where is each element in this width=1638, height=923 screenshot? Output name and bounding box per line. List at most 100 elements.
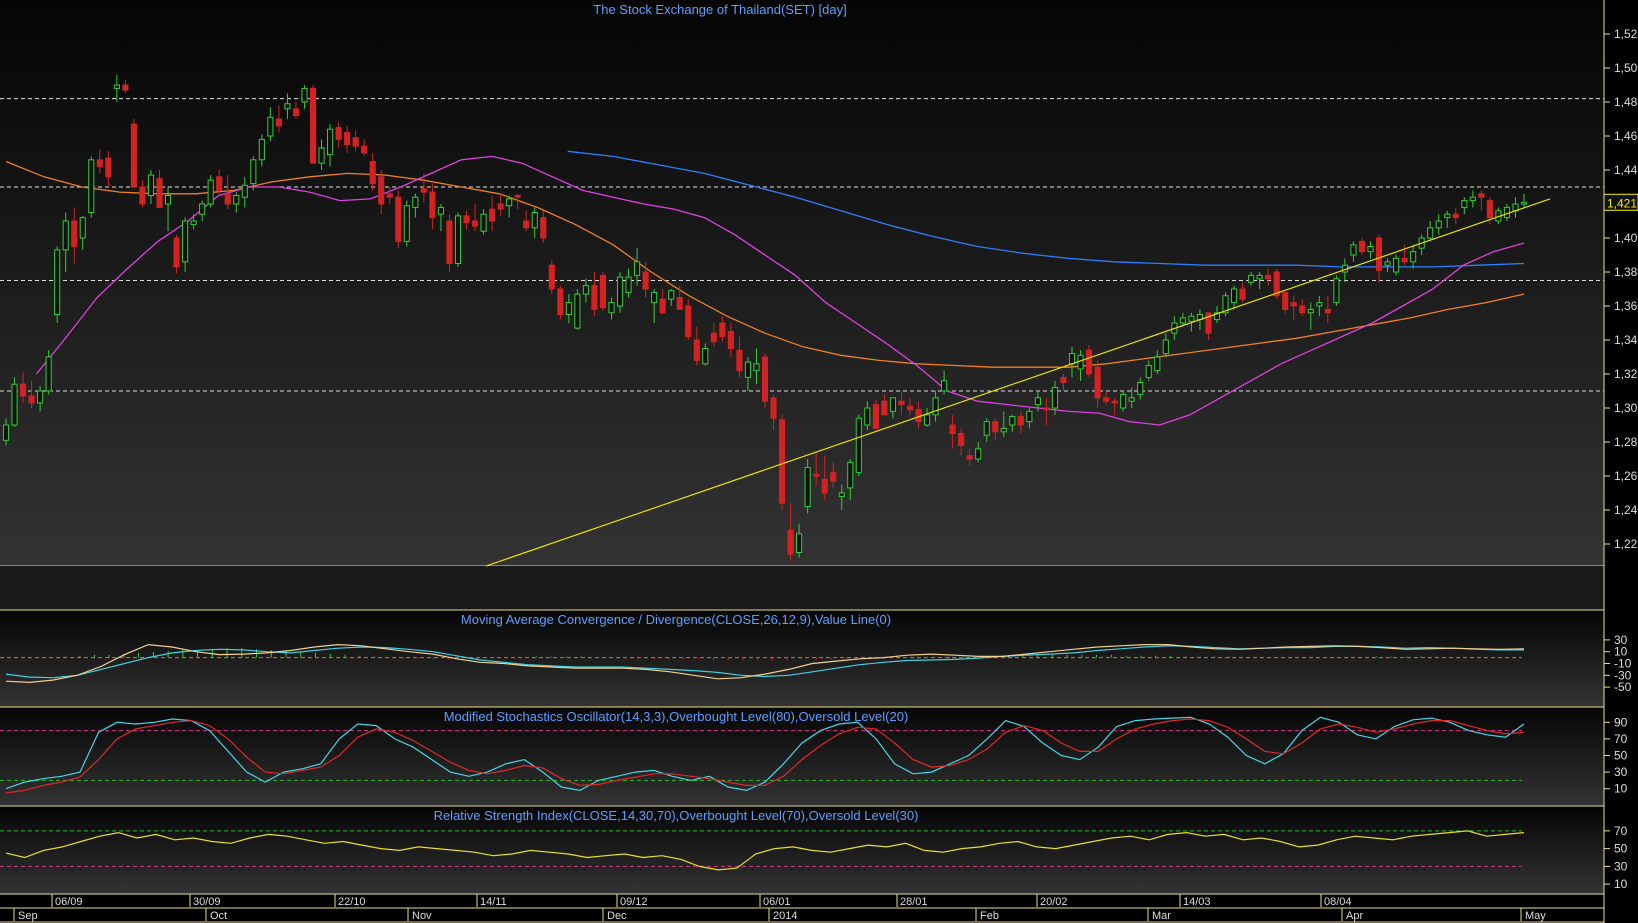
candle-up (864, 407, 871, 426)
candle-up (1350, 244, 1357, 256)
candle-down (361, 145, 368, 154)
y-tick-label: 70 (1614, 824, 1628, 838)
y-tick-label: 1,240 (1614, 503, 1638, 517)
candle-down (1478, 193, 1485, 198)
macd-title: Moving Average Convergence / Divergence(… (461, 612, 891, 627)
candle-down (1103, 397, 1110, 402)
candle-up (1316, 302, 1323, 307)
macd-panel: Moving Average Convergence / Divergence(… (0, 609, 1632, 707)
candle-down (224, 193, 231, 205)
candle-up (668, 290, 675, 300)
candle-up (2, 424, 10, 441)
x-month-label: Apr (1346, 910, 1363, 922)
y-tick-label: 10 (1614, 877, 1628, 891)
candle-up (634, 261, 641, 276)
stock-chart: The Stock Exchange of Thailand(SET) [day… (0, 0, 1638, 923)
candle-down (548, 264, 555, 290)
y-tick-label: 1,360 (1614, 299, 1638, 313)
candle-down (813, 473, 820, 477)
candle-down (659, 298, 666, 314)
candle-up (1435, 220, 1442, 229)
y-tick-label: 70 (1614, 732, 1628, 746)
candle-up (932, 397, 939, 416)
candle-up (403, 205, 410, 242)
rsi-title: Relative Strength Index(CLOSE,14,30,70),… (434, 808, 919, 823)
x-day-label: 20/02 (1040, 896, 1068, 908)
candle-down (344, 132, 351, 146)
candle-up (207, 179, 214, 205)
candle-up (983, 421, 990, 436)
candle-down (761, 356, 769, 402)
candle-up (608, 302, 615, 314)
x-month-label: May (1525, 910, 1546, 922)
x-day-label: 22/10 (338, 896, 366, 908)
candle-up (1137, 382, 1144, 395)
last-price-label: 1,421 (1607, 196, 1637, 210)
candle-down (71, 220, 78, 247)
candle-up (702, 348, 709, 365)
candle-down (949, 424, 956, 434)
candle-up (1154, 356, 1161, 372)
candle-down (1452, 213, 1459, 219)
candle-up (1410, 251, 1417, 263)
x-axis: 06/09 30/09 22/10 14/11 09/12 06/01 28/01 20/02… (0, 893, 1638, 923)
y-tick-label: 1,320 (1614, 367, 1638, 381)
candle-down (966, 455, 973, 460)
candle-down (591, 285, 598, 310)
candle-up (250, 159, 257, 185)
candle-down (446, 220, 453, 264)
y-tick-label: 1,220 (1614, 537, 1638, 551)
x-month-label: 2014 (773, 910, 797, 922)
candle-down (28, 395, 35, 404)
candle-down (335, 127, 342, 140)
candle-down (1086, 349, 1093, 375)
y-tick-label: 1,380 (1614, 265, 1638, 279)
candle-down (872, 404, 879, 429)
candle-up (1461, 200, 1468, 208)
candle-down (216, 176, 223, 191)
candle-up (753, 363, 760, 372)
candle-down (685, 305, 692, 338)
candle-up (847, 461, 854, 489)
price-panel: The Stock Exchange of Thailand(SET) [day… (0, 0, 1638, 610)
candle-up (147, 174, 155, 197)
candle-down (599, 274, 607, 309)
candle-down (642, 271, 649, 290)
candle-down (736, 349, 743, 372)
candle-up (1256, 274, 1263, 280)
candle-down (992, 421, 999, 433)
candle-up (284, 103, 291, 110)
candle-up (1026, 410, 1033, 423)
candle-down (369, 161, 376, 185)
candle-up (1469, 196, 1476, 202)
y-tick-label: 1,340 (1614, 333, 1638, 347)
candle-up (855, 417, 862, 474)
x-day-label: 09/12 (620, 896, 648, 908)
y-tick-label: 1,500 (1614, 61, 1638, 75)
candle-down (787, 529, 794, 555)
candle-up (233, 195, 240, 205)
y-tick-label: 50 (1614, 749, 1628, 763)
x-day-label: 06/09 (55, 896, 83, 908)
candle-down (1265, 274, 1272, 280)
candle-down (1239, 288, 1246, 300)
candle-up (1444, 213, 1451, 219)
candle-down (420, 188, 427, 193)
candle-down (1375, 237, 1383, 271)
candle-down (540, 217, 547, 239)
candle-up (241, 184, 248, 198)
candle-up (1120, 393, 1127, 409)
candle-up (582, 285, 589, 295)
candle-down (489, 208, 496, 222)
x-month-label: Feb (980, 910, 999, 922)
candle-down (898, 400, 905, 406)
candle-down (719, 322, 726, 338)
candle-down (309, 87, 317, 164)
candle-up (1009, 416, 1016, 426)
candle-down (1324, 308, 1331, 314)
candle-up (318, 147, 325, 164)
candle-down (1290, 302, 1297, 307)
candle-up (327, 128, 334, 156)
candle-up (1248, 274, 1255, 283)
candle-down (105, 157, 112, 178)
